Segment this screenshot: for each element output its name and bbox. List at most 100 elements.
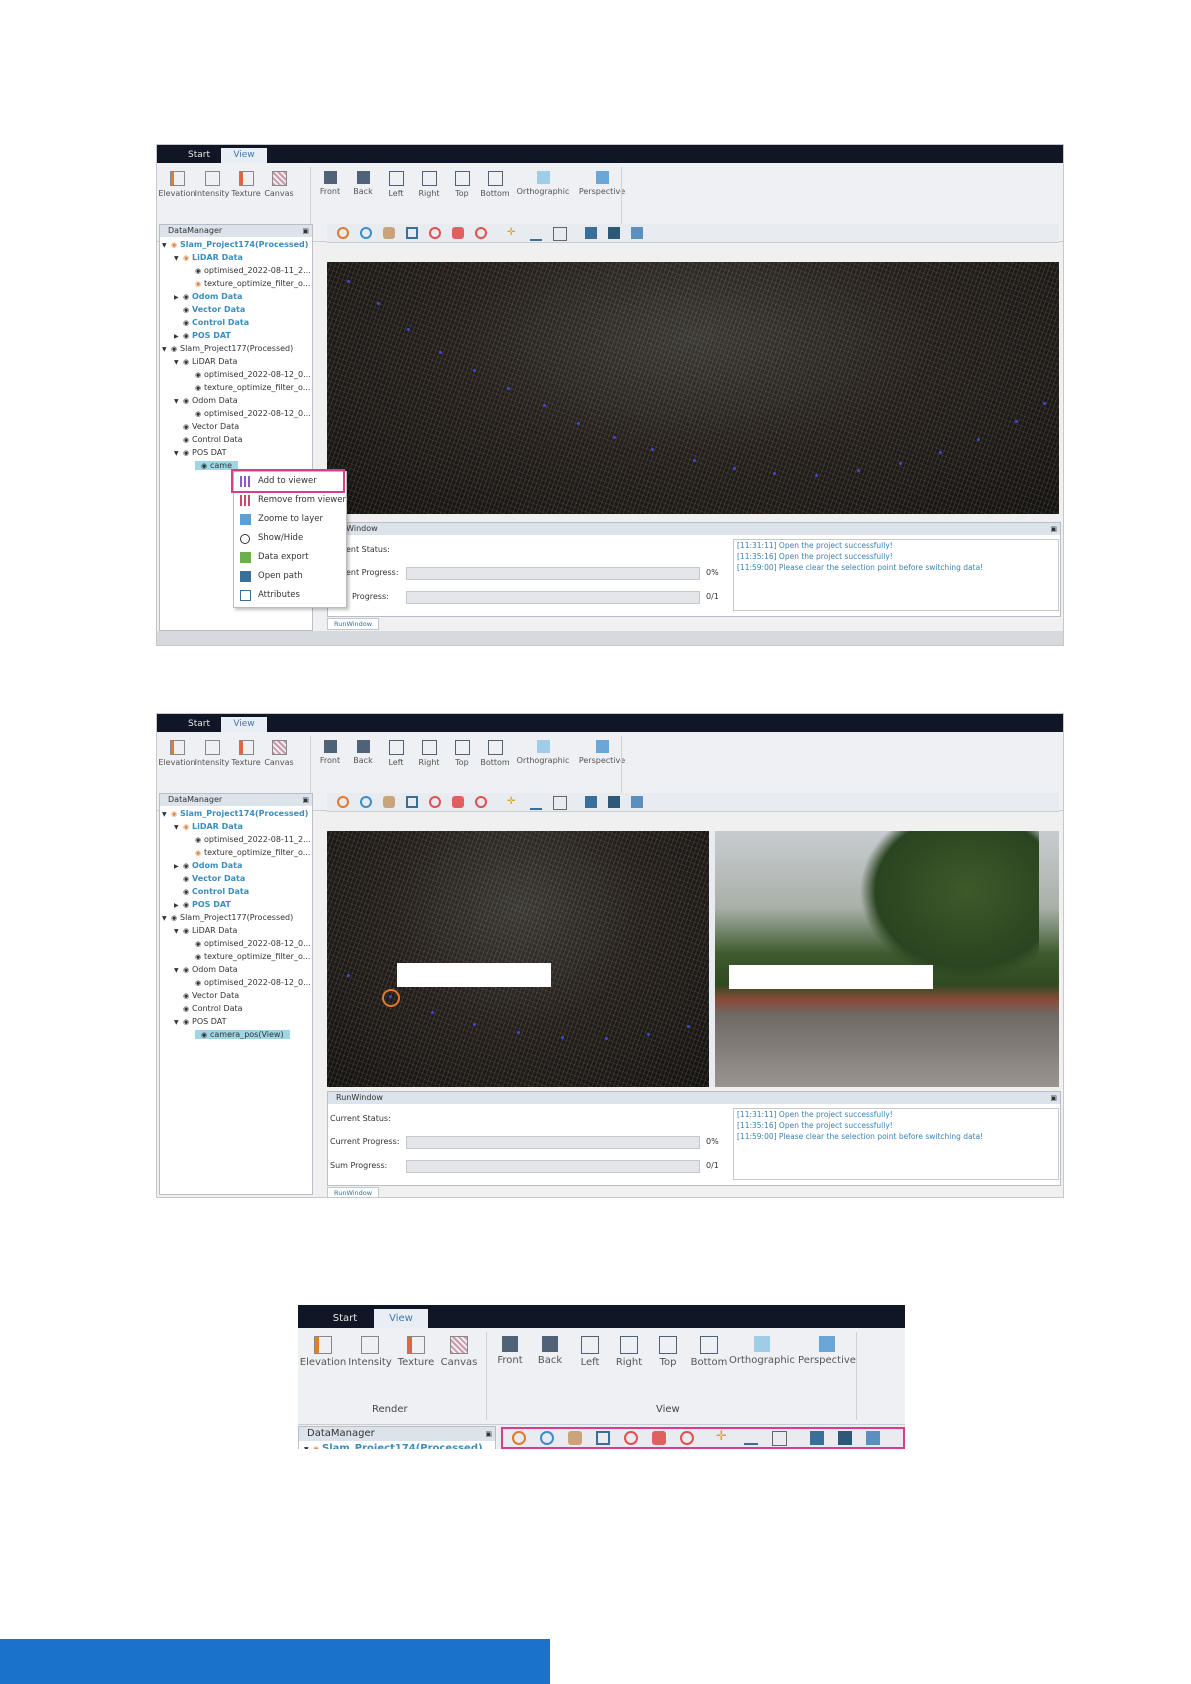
eye-icon[interactable]: ◉: [183, 964, 192, 976]
tree-node[interactable]: ◉ texture_optimize_filter_o...: [195, 847, 310, 859]
eye-icon[interactable]: ◉: [195, 408, 204, 420]
tree-node[interactable]: ▼ ◉ Slam_Project177(Processed): [162, 912, 293, 925]
top-button[interactable]: Top: [445, 736, 479, 776]
tree-node[interactable]: ◉ texture_optimize_filter_o...: [195, 951, 310, 963]
trajectory-point[interactable]: [857, 469, 860, 472]
expand-arrow-icon[interactable]: ▼: [174, 396, 183, 408]
trajectory-point[interactable]: [613, 436, 616, 439]
trajectory-point[interactable]: [773, 472, 776, 475]
perspective-button[interactable]: Perspective: [798, 1332, 856, 1372]
tree-node[interactable]: ◉ optimised_2022-08-12_0...: [195, 408, 311, 420]
run-window-tab[interactable]: RunWindow: [327, 618, 380, 630]
intensity-button[interactable]: Intensity: [195, 167, 229, 207]
layer-icon[interactable]: [608, 796, 620, 808]
bottom-button[interactable]: Bottom: [478, 167, 512, 207]
orthographic-button[interactable]: Orthographic: [517, 167, 569, 207]
tree-node[interactable]: ▶ ◉ POS DAT: [174, 899, 231, 912]
paint-icon[interactable]: [585, 227, 597, 239]
bottom-button[interactable]: Bottom: [478, 736, 512, 776]
eye-icon[interactable]: ◉: [171, 808, 180, 820]
tree-node[interactable]: ▼ ◉ Slam_Project177(Processed): [162, 343, 293, 356]
eye-icon[interactable]: ◉: [183, 821, 192, 833]
eye-icon[interactable]: ◉: [183, 925, 192, 937]
eye-icon[interactable]: ◉: [183, 990, 192, 1002]
expand-arrow-icon[interactable]: ▶: [174, 861, 183, 873]
back-button[interactable]: Back: [346, 736, 380, 776]
eye-icon[interactable]: ◉: [183, 899, 192, 911]
left-button[interactable]: Left: [379, 167, 413, 207]
trajectory-point[interactable]: [899, 462, 902, 465]
tree-node[interactable]: ▼ ◉ POS DAT: [174, 1016, 227, 1029]
pin-icon[interactable]: ▣: [1050, 523, 1057, 535]
trajectory-point[interactable]: [407, 328, 410, 331]
elevation-button[interactable]: Elevation: [158, 167, 196, 207]
run-window-tab[interactable]: RunWindow: [327, 1187, 380, 1197]
tab-start[interactable]: Start: [179, 717, 219, 732]
orthographic-button[interactable]: Orthographic: [517, 736, 569, 776]
trajectory-point[interactable]: [1043, 402, 1046, 405]
tree-node[interactable]: ◉ optimised_2022-08-11_2...: [195, 265, 311, 277]
elevation-button[interactable]: Elevation: [300, 1332, 346, 1372]
eye-icon[interactable]: ◉: [183, 447, 192, 459]
eye-icon[interactable]: ◉: [195, 951, 204, 963]
tab-view[interactable]: View: [221, 148, 267, 163]
pick-point-icon[interactable]: ✛: [507, 796, 519, 808]
tree-node[interactable]: ◉ Vector Data: [183, 304, 245, 316]
fit-view-icon[interactable]: [406, 227, 418, 239]
texture-button[interactable]: Texture: [229, 736, 263, 776]
tree-node[interactable]: ◉ Vector Data: [183, 990, 239, 1002]
tab-view[interactable]: View: [221, 717, 267, 732]
tab-view[interactable]: View: [374, 1309, 428, 1328]
eye-icon[interactable]: ◉: [183, 873, 192, 885]
expand-arrow-icon[interactable]: ▶: [174, 292, 183, 304]
trajectory-point[interactable]: [543, 404, 546, 407]
tree-node[interactable]: ◉ optimised_2022-08-11_2...: [195, 834, 311, 846]
canvas-button[interactable]: Canvas: [439, 1332, 479, 1372]
tree-node[interactable]: ▼ ◉ POS DAT: [174, 447, 227, 460]
tree-node[interactable]: ◉ optimised_2022-08-12_0...: [195, 369, 311, 381]
right-button[interactable]: Right: [412, 167, 446, 207]
eye-icon[interactable]: ◉: [183, 434, 192, 446]
trajectory-point[interactable]: [977, 438, 980, 441]
tree-node[interactable]: ◉ Control Data: [183, 886, 249, 898]
left-button[interactable]: Left: [379, 736, 413, 776]
expand-arrow-icon[interactable]: ▼: [174, 926, 183, 938]
trajectory-point[interactable]: [693, 459, 696, 462]
trajectory-point[interactable]: [431, 1011, 434, 1014]
eye-icon[interactable]: ◉: [183, 421, 192, 433]
trajectory-point[interactable]: [389, 995, 392, 998]
eye-icon[interactable]: ◉: [195, 369, 204, 381]
elevation-button[interactable]: Elevation: [158, 736, 196, 776]
trajectory-point[interactable]: [939, 451, 942, 454]
eye-icon[interactable]: ◉: [183, 252, 192, 264]
trajectory-point[interactable]: [687, 1025, 690, 1028]
eye-icon[interactable]: ◉: [201, 460, 210, 472]
expand-arrow-icon[interactable]: ▼: [174, 965, 183, 977]
tree-node[interactable]: ◉ texture_optimize_filter_o...: [195, 278, 310, 290]
eye-icon[interactable]: ◉: [183, 317, 192, 329]
pick-point-icon[interactable]: ✛: [507, 227, 519, 239]
tree-node-camera[interactable]: ◉ camera_pos(View): [195, 1029, 290, 1041]
expand-arrow-icon[interactable]: ▼: [174, 1017, 183, 1029]
menu-item-data-export[interactable]: Data export: [234, 548, 346, 567]
expand-arrow-icon[interactable]: ▼: [174, 253, 183, 265]
expand-arrow-icon[interactable]: ▼: [162, 913, 171, 925]
trajectory-point[interactable]: [347, 974, 350, 977]
zoom-out-icon[interactable]: [360, 796, 372, 808]
pin-icon[interactable]: ▣: [302, 225, 309, 237]
tree-node[interactable]: ▶ ◉ Odom Data: [174, 291, 242, 304]
eye-icon[interactable]: ◉: [183, 291, 192, 303]
orthographic-button[interactable]: Orthographic: [729, 1332, 795, 1372]
tree-node[interactable]: ▼ ◉ LiDAR Data: [174, 925, 237, 938]
trajectory-point[interactable]: [815, 474, 818, 477]
2d-icon[interactable]: [475, 796, 487, 808]
eye-icon[interactable]: ◉: [183, 395, 192, 407]
menu-item-open-path[interactable]: Open path: [234, 567, 346, 586]
tree-node[interactable]: ◉ optimised_2022-08-12_0...: [195, 977, 311, 989]
pin-icon[interactable]: ▣: [485, 1427, 492, 1441]
tree-node[interactable]: ▶ ◉ POS DAT: [174, 330, 231, 343]
trajectory-point[interactable]: [605, 1037, 608, 1040]
back-button[interactable]: Back: [346, 167, 380, 207]
eye-icon[interactable]: ◉: [313, 1443, 322, 1449]
expand-arrow-icon[interactable]: ▼: [162, 240, 171, 252]
